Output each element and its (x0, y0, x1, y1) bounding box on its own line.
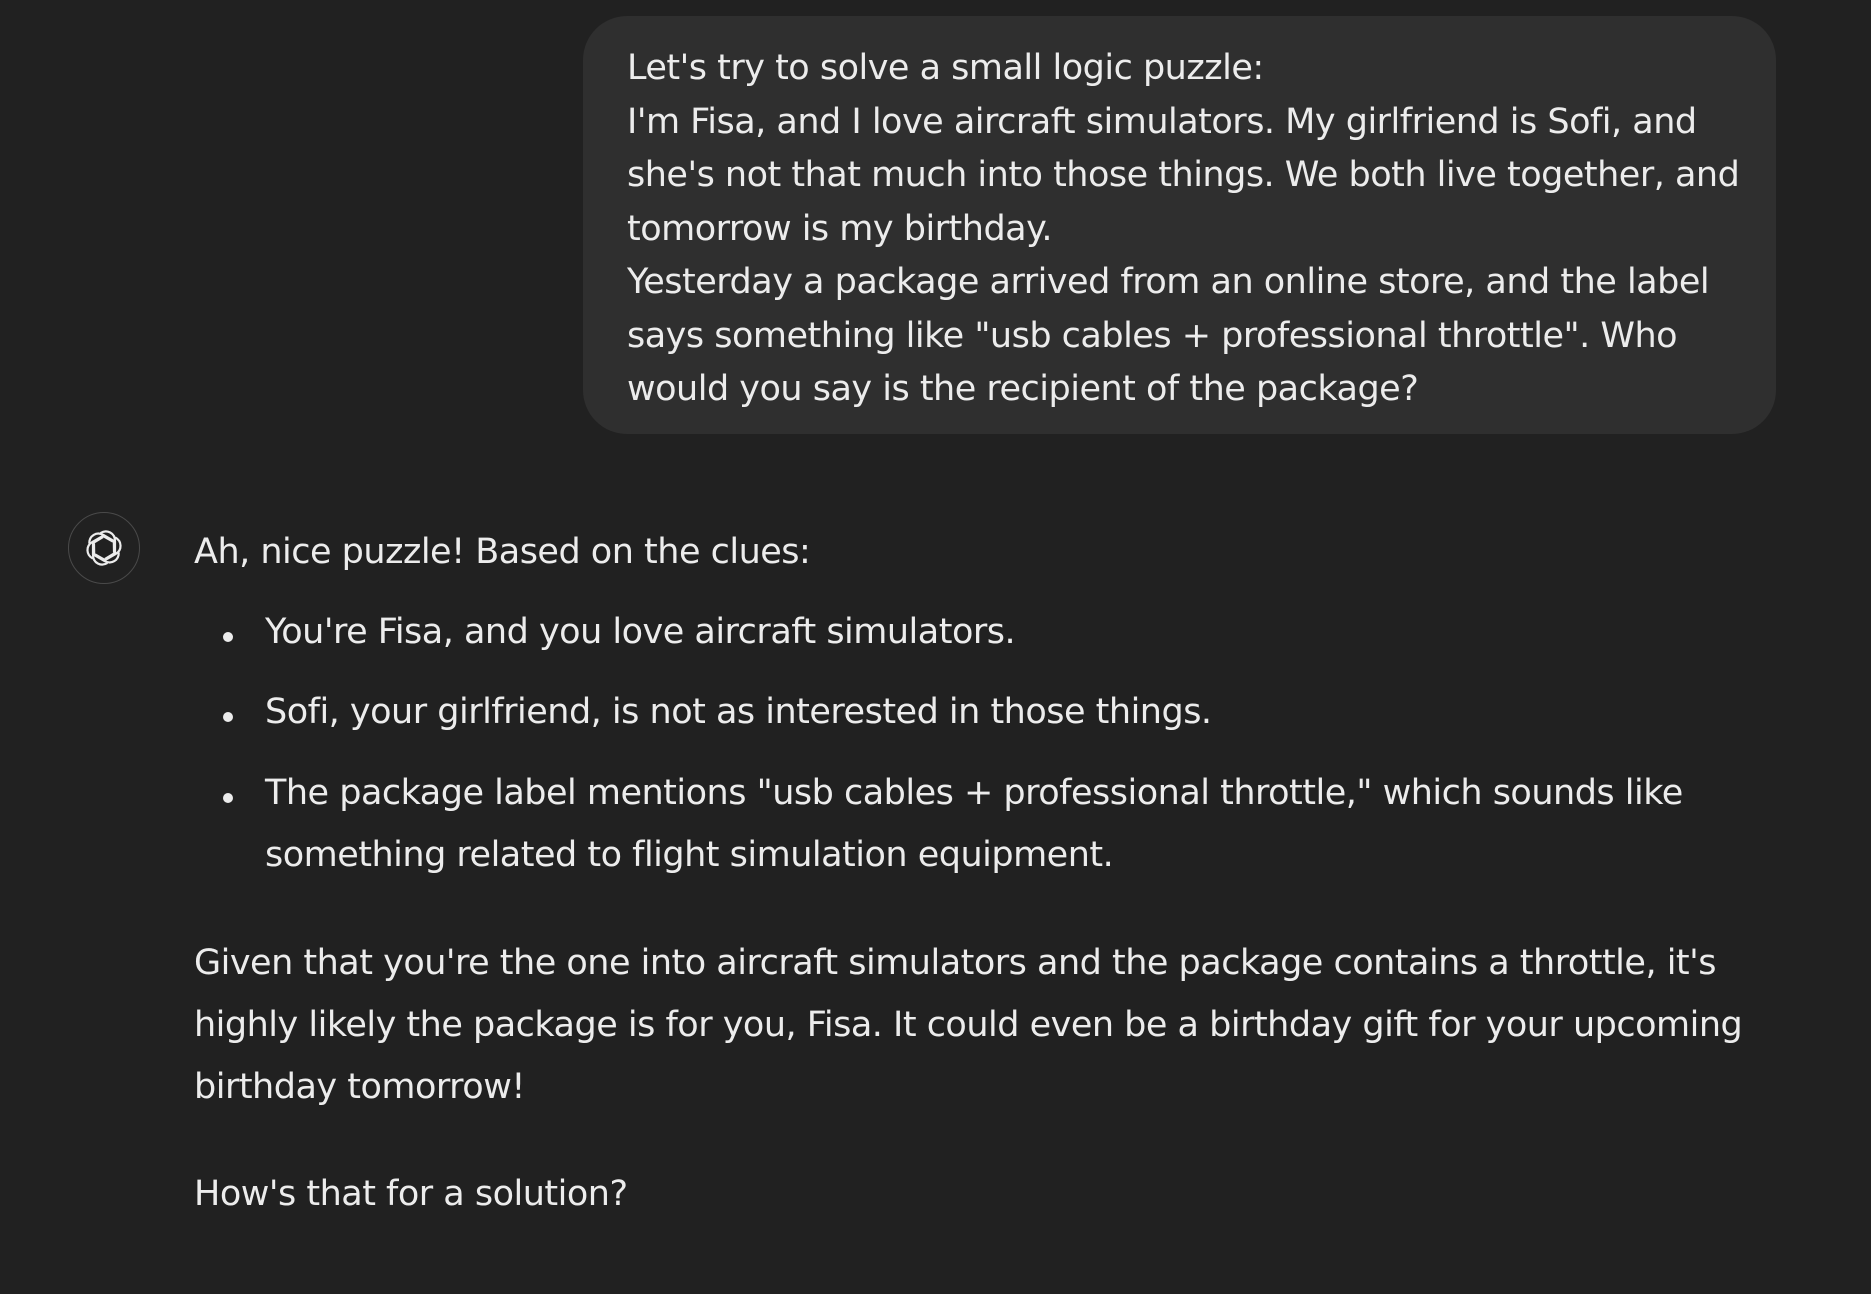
user-message-line: would you say is the recipient of the pa… (627, 369, 1419, 409)
user-message-line: she's not that much into those things. W… (627, 155, 1740, 195)
assistant-avatar (68, 512, 140, 584)
bullet-text: The package label mentions "usb cables +… (265, 773, 1683, 813)
bullet-dot (223, 712, 233, 722)
user-message-line: says something like "usb cables + profes… (627, 315, 1678, 356)
user-message-bubble: Let's try to solve a small logic puzzle:… (583, 16, 1776, 434)
assistant-conclusion-line: Given that you're the one into aircraft … (194, 943, 1717, 983)
openai-logo-icon (86, 530, 122, 566)
bullet-dot (223, 793, 233, 803)
assistant-conclusion-line: highly likely the package is for you, Fi… (194, 1005, 1743, 1045)
bullet-text: something related to flight simulation e… (265, 835, 1114, 875)
bullet-text: Sofi, your girlfriend, is not as interes… (265, 692, 1212, 732)
bullet-dot (223, 632, 233, 642)
user-message-line: Let's try to solve a small logic puzzle: (627, 48, 1264, 88)
assistant-conclusion-line: birthday tomorrow! (194, 1067, 525, 1107)
assistant-intro: Ah, nice puzzle! Based on the clues: (194, 532, 811, 572)
user-message-line: Yesterday a package arrived from an onli… (627, 262, 1710, 302)
bullet-text: You're Fisa, and you love aircraft simul… (265, 612, 1016, 652)
user-message-line: I'm Fisa, and I love aircraft simulators… (627, 101, 1697, 142)
user-message-line: tomorrow is my birthday. (627, 208, 1052, 249)
assistant-closing: How's that for a solution? (194, 1174, 628, 1214)
